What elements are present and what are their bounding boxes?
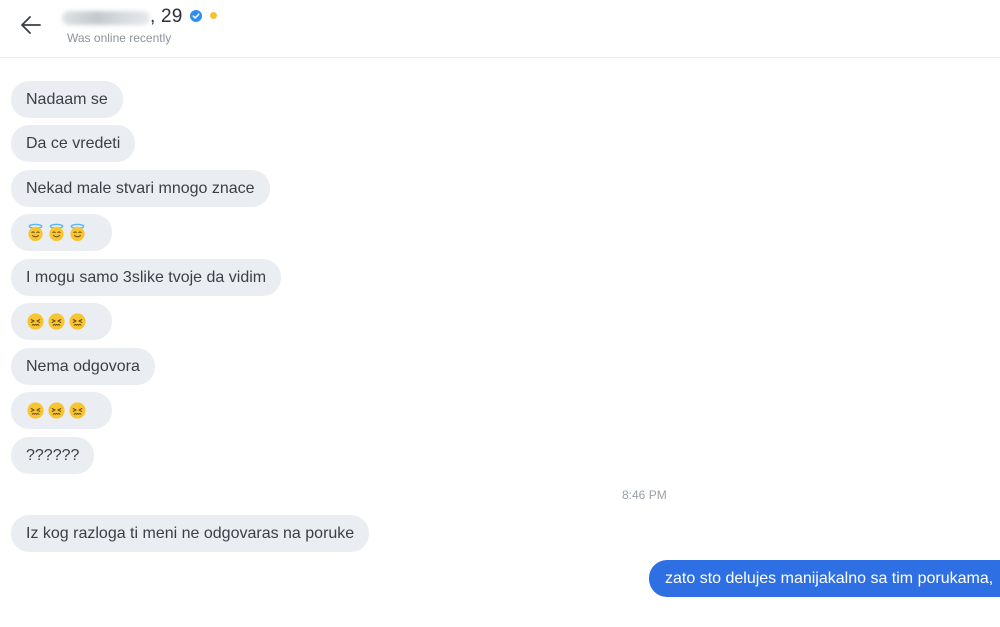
online-status: Was online recently xyxy=(67,31,172,45)
message-incoming-emoji[interactable] xyxy=(11,303,112,340)
smiling-halo-emoji-icon xyxy=(70,223,85,242)
message-text: Iz kog razloga ti meni ne odgovaras na p… xyxy=(26,524,355,542)
online-dot-icon xyxy=(209,11,217,19)
contact-name[interactable]: , 29 xyxy=(62,5,217,29)
message-incoming-emoji[interactable] xyxy=(11,392,112,429)
smiling-halo-emoji-icon xyxy=(28,223,43,242)
confounded-emoji-icon xyxy=(27,402,44,419)
message-text: Nekad male stvari mnogo znace xyxy=(26,179,255,197)
blurred-name xyxy=(62,11,150,25)
message-text: Nema odgovora xyxy=(26,357,140,375)
emoji-group xyxy=(26,223,87,242)
message-text: I mogu samo 3slike tvoje da vidim xyxy=(26,268,267,286)
message-incoming[interactable]: Nekad male stvari mnogo znace xyxy=(11,170,270,207)
message-text: Da ce vredeti xyxy=(26,134,121,152)
message-incoming-emoji[interactable] xyxy=(11,214,112,251)
smiling-halo-emoji-icon xyxy=(49,223,64,242)
confounded-emoji-icon xyxy=(48,402,65,419)
confounded-emoji-icon xyxy=(27,313,44,330)
message-text: zato sto delujes manijakalno sa tim poru… xyxy=(665,569,994,587)
message-timestamp: 8:46 PM xyxy=(622,488,667,502)
contact-age: , 29 xyxy=(150,6,183,27)
emoji-group xyxy=(26,312,87,331)
emoji-group xyxy=(26,401,87,420)
message-incoming[interactable]: Nema odgovora xyxy=(11,348,155,385)
message-incoming[interactable]: I mogu samo 3slike tvoje da vidim xyxy=(11,259,282,296)
verified-badge-icon xyxy=(189,10,202,22)
message-incoming[interactable]: Da ce vredeti xyxy=(11,125,136,162)
message-incoming[interactable]: ?????? xyxy=(11,437,95,474)
message-incoming[interactable]: Iz kog razloga ti meni ne odgovaras na p… xyxy=(11,515,370,552)
back-arrow-icon[interactable] xyxy=(18,12,44,38)
confounded-emoji-icon xyxy=(69,313,86,330)
confounded-emoji-icon xyxy=(48,313,65,330)
message-text: Nadaam se xyxy=(26,90,108,108)
message-outgoing[interactable]: zato sto delujes manijakalno sa tim poru… xyxy=(649,560,1000,597)
message-text: ?????? xyxy=(26,446,80,464)
confounded-emoji-icon xyxy=(69,402,86,419)
message-incoming[interactable]: Nadaam se xyxy=(11,81,123,118)
chat-header: , 29 Was online recently xyxy=(0,0,1000,58)
